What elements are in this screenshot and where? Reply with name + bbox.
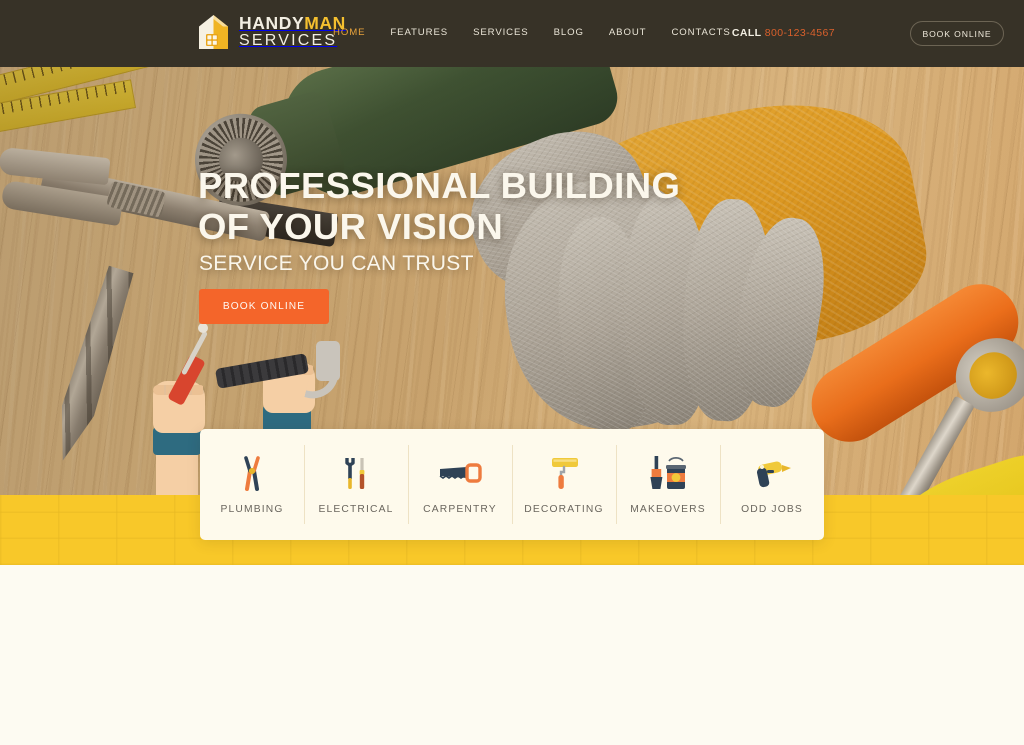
header-book-online-button[interactable]: BOOK ONLINE [910, 21, 1004, 46]
nav-item-features[interactable]: FEATURES [390, 27, 448, 38]
services-panel: PLUMBING ELECTRICAL CARPENTRY DECORATING… [200, 429, 824, 540]
service-label-plumbing: PLUMBING [220, 503, 284, 515]
paint-brush-bucket-icon [645, 455, 691, 491]
pliers-icon [229, 455, 275, 491]
hero-book-online-button[interactable]: BOOK ONLINE [199, 289, 329, 324]
service-label-electrical: ELECTRICAL [318, 503, 394, 515]
why-choose-us-section: welcome WHY CHOOSE US? [0, 565, 1024, 745]
service-card-odd-jobs[interactable]: ODD JOBS [720, 429, 824, 540]
call-label: CALL [731, 27, 762, 39]
nav-item-about[interactable]: ABOUT [609, 27, 647, 38]
hero-title: PROFESSIONAL BUILDING OF YOUR VISION [198, 165, 680, 247]
house-icon [197, 13, 230, 51]
service-card-electrical[interactable]: ELECTRICAL [304, 429, 408, 540]
site-header: HANDYMAN SERVICES HOME FEATURES SERVICES… [0, 0, 1024, 67]
logo-wordmark: HANDYMAN SERVICES [239, 12, 346, 50]
logo-line1-a: HANDY [239, 12, 305, 33]
service-label-makeovers: MAKEOVERS [630, 503, 706, 515]
nav-item-home[interactable]: HOME [333, 27, 365, 38]
header-phone[interactable]: CALL 800-123-4567 [732, 27, 835, 39]
service-label-decorating: DECORATING [524, 503, 604, 515]
service-card-makeovers[interactable]: MAKEOVERS [616, 429, 720, 540]
logo-line2: SERVICES [239, 32, 338, 49]
main-navigation: HOME FEATURES SERVICES BLOG ABOUT CONTAC… [333, 27, 731, 38]
paint-roller-icon [541, 455, 587, 491]
service-label-carpentry: CARPENTRY [423, 503, 497, 515]
nav-item-services[interactable]: SERVICES [473, 27, 529, 38]
handsaw-icon [437, 455, 483, 491]
wrench-screwdriver-icon [333, 455, 379, 491]
service-card-plumbing[interactable]: PLUMBING [200, 429, 304, 540]
hero-subtitle: SERVICE YOU CAN TRUST [199, 252, 474, 275]
service-label-odd-jobs: ODD JOBS [741, 503, 803, 515]
hero-title-line2: OF YOUR VISION [198, 206, 504, 247]
nav-item-contacts[interactable]: CONTACTS [671, 27, 730, 38]
drill-icon [749, 455, 795, 491]
nav-item-blog[interactable]: BLOG [554, 27, 584, 38]
site-logo[interactable]: HANDYMAN SERVICES [197, 13, 346, 51]
phone-number[interactable]: 800-123-4567 [765, 27, 835, 39]
hero-title-line1: PROFESSIONAL BUILDING [198, 165, 681, 206]
service-card-decorating[interactable]: DECORATING [512, 429, 616, 540]
page-root: HANDYMAN SERVICES HOME FEATURES SERVICES… [0, 0, 1024, 745]
service-card-carpentry[interactable]: CARPENTRY [408, 429, 512, 540]
